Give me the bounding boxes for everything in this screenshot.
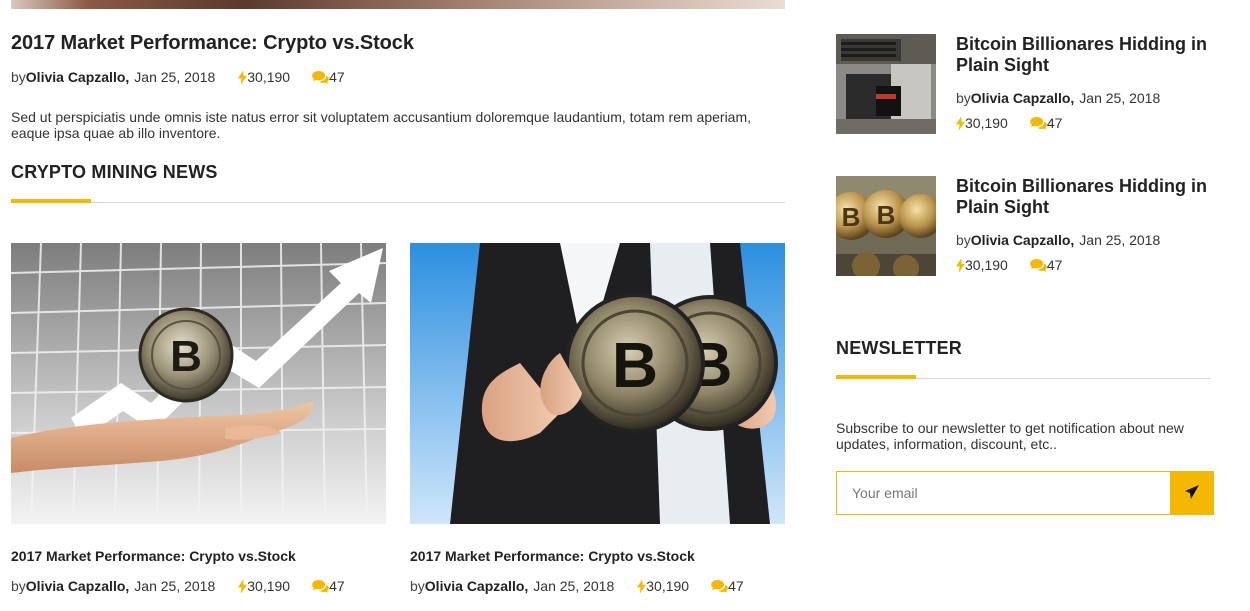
author-link[interactable]: Olivia Capzallo, bbox=[971, 90, 1074, 106]
newsletter-description: Subscribe to our newsletter to get notif… bbox=[836, 420, 1184, 452]
sidebar-post-thumbnail-gold-bitcoins[interactable]: B B bbox=[836, 176, 936, 276]
newsletter-form bbox=[836, 471, 1214, 515]
post-date: Jan 25, 2018 bbox=[134, 69, 216, 85]
card-meta: by Olivia Capzallo, Jan 25, 2018 30,190 … bbox=[11, 577, 386, 595]
card-image-businessman-bitcoins[interactable]: B B bbox=[410, 243, 785, 524]
author-link[interactable]: Olivia Capzallo, bbox=[971, 232, 1074, 248]
post-date: Jan 25, 2018 bbox=[134, 578, 216, 594]
by-label: by bbox=[956, 90, 971, 106]
svg-text:B: B bbox=[612, 329, 658, 401]
comments-icon bbox=[1030, 117, 1047, 130]
views-stat: 30,190 bbox=[238, 69, 290, 85]
bolt-icon bbox=[637, 579, 646, 594]
sidebar-post-thumbnail-mining-rig[interactable] bbox=[836, 34, 936, 134]
comments-count: 47 bbox=[329, 69, 345, 85]
comments-stat[interactable]: 47 bbox=[711, 578, 744, 594]
featured-article-excerpt: Sed ut perspiciatis unde omnis iste natu… bbox=[11, 109, 752, 141]
card-meta: by Olivia Capzallo, Jan 25, 2018 30,190 … bbox=[410, 577, 785, 595]
comments-stat[interactable]: 47 bbox=[312, 69, 345, 85]
newsletter-accent-bar bbox=[836, 375, 916, 379]
views-stat: 30,190 bbox=[956, 257, 1008, 273]
bolt-icon bbox=[238, 579, 247, 594]
featured-article-meta: by Olivia Capzallo, Jan 25, 2018 30,190 … bbox=[11, 68, 785, 86]
post-date: Jan 25, 2018 bbox=[1079, 232, 1161, 248]
svg-text:B: B bbox=[842, 202, 861, 232]
post-date: Jan 25, 2018 bbox=[1079, 90, 1161, 106]
section-heading-newsletter: NEWSLETTER bbox=[836, 338, 962, 358]
comments-icon bbox=[312, 580, 329, 593]
comments-stat[interactable]: 47 bbox=[1030, 257, 1063, 273]
card-title[interactable]: 2017 Market Performance: Crypto vs.Stock bbox=[11, 547, 386, 565]
comments-stat[interactable]: 47 bbox=[312, 578, 345, 594]
sidebar-post: B B Bitcoin Billionares Hidding in Plain… bbox=[836, 176, 1216, 276]
svg-text:B: B bbox=[877, 200, 896, 230]
section-divider bbox=[11, 202, 785, 203]
news-card: B 2017 Market Performance: Crypto vs.Sto… bbox=[11, 243, 386, 595]
featured-article: 2017 Market Performance: Crypto vs.Stock… bbox=[11, 30, 785, 141]
views-count: 30,190 bbox=[247, 578, 291, 594]
author-link[interactable]: Olivia Capzallo, bbox=[26, 578, 129, 594]
comments-stat[interactable]: 47 bbox=[1030, 115, 1063, 131]
comments-icon bbox=[1030, 259, 1047, 272]
comments-count: 47 bbox=[728, 578, 744, 594]
comments-count: 47 bbox=[1046, 115, 1063, 131]
views-count: 30,190 bbox=[965, 257, 1008, 273]
sidebar-post-title[interactable]: Bitcoin Billionares Hidding in Plain Sig… bbox=[956, 176, 1216, 218]
views-count: 30,190 bbox=[646, 578, 690, 594]
bolt-icon bbox=[238, 70, 247, 85]
author-link[interactable]: Olivia Capzallo, bbox=[425, 578, 528, 594]
card-image-hand-bitcoin[interactable]: B bbox=[11, 243, 386, 524]
section-accent-bar bbox=[11, 199, 91, 203]
post-date: Jan 25, 2018 bbox=[533, 578, 615, 594]
section-heading-crypto-mining: CRYPTO MINING NEWS bbox=[11, 162, 218, 182]
newsletter-submit-button[interactable] bbox=[1170, 471, 1214, 515]
sidebar-post-byline: by Olivia Capzallo, Jan 25, 2018 bbox=[956, 89, 1160, 107]
views-stat: 30,190 bbox=[956, 115, 1008, 131]
featured-article-title[interactable]: 2017 Market Performance: Crypto vs.Stock bbox=[11, 30, 785, 56]
news-card: B B 2017 Market Performance: Crypto vs.S… bbox=[410, 243, 785, 595]
bolt-icon bbox=[956, 116, 965, 131]
card-title[interactable]: 2017 Market Performance: Crypto vs.Stock bbox=[410, 547, 785, 565]
author-link[interactable]: Olivia Capzallo, bbox=[26, 69, 129, 85]
paper-plane-icon bbox=[1185, 484, 1199, 502]
by-label: by bbox=[956, 232, 971, 248]
sidebar-post: Bitcoin Billionares Hidding in Plain Sig… bbox=[836, 34, 1216, 134]
comments-count: 47 bbox=[329, 578, 345, 594]
sidebar-post-title[interactable]: Bitcoin Billionares Hidding in Plain Sig… bbox=[956, 34, 1216, 76]
by-label: by bbox=[11, 69, 26, 85]
sidebar-post-byline: by Olivia Capzallo, Jan 25, 2018 bbox=[956, 231, 1160, 249]
by-label: by bbox=[410, 578, 425, 594]
sidebar-post-stats: 30,190 47 bbox=[956, 114, 1062, 132]
sidebar-post-stats: 30,190 47 bbox=[956, 256, 1062, 274]
views-count: 30,190 bbox=[247, 69, 291, 85]
views-count: 30,190 bbox=[965, 115, 1008, 131]
comments-icon bbox=[711, 580, 728, 593]
by-label: by bbox=[11, 578, 26, 594]
comments-count: 47 bbox=[1046, 257, 1063, 273]
views-stat: 30,190 bbox=[238, 578, 290, 594]
featured-image-bottom-edge[interactable] bbox=[11, 0, 785, 9]
svg-text:B: B bbox=[170, 332, 202, 381]
comments-icon bbox=[312, 71, 329, 84]
views-stat: 30,190 bbox=[637, 578, 689, 594]
bolt-icon bbox=[956, 258, 965, 273]
email-input[interactable] bbox=[836, 471, 1170, 515]
